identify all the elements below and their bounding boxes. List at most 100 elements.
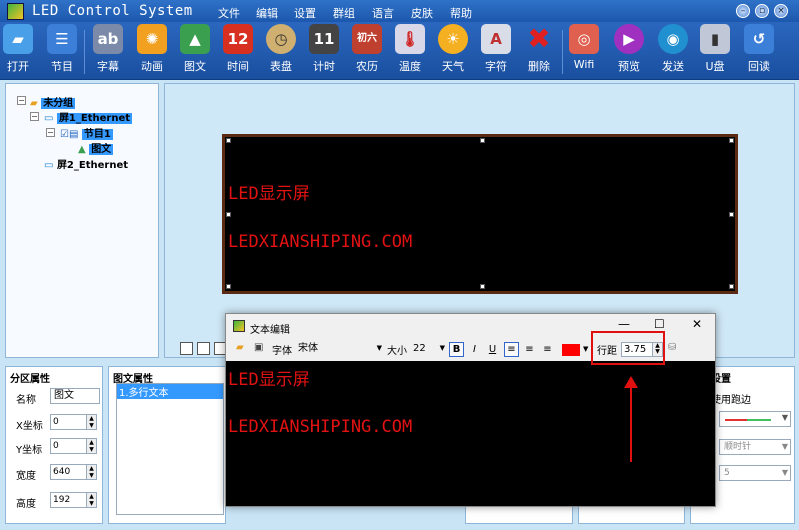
width-label: 宽度: [16, 471, 36, 482]
text-item[interactable]: 1.多行文本: [117, 384, 223, 399]
dialog-minimize-icon[interactable]: —: [618, 317, 630, 331]
resize-handle[interactable]: [480, 138, 485, 143]
close-icon[interactable]: ×: [774, 4, 788, 18]
program-tree-panel: − ▰ 未分组 − ▭ 屏1_Ethernet − ☑▤ 节目1 ▲ 图文 ▭ …: [5, 83, 159, 358]
direction-dropdown[interactable]: 顺时针 ▼: [719, 439, 791, 455]
menu-settings[interactable]: 设置: [294, 5, 316, 21]
dialog-close-icon[interactable]: ✕: [692, 317, 702, 331]
border-style-dropdown[interactable]: ▼: [719, 411, 791, 427]
resize-handle[interactable]: [480, 284, 485, 289]
program-list-icon: ☰: [47, 24, 77, 54]
menu-help[interactable]: 帮助: [450, 5, 472, 21]
usb-button[interactable]: ▮ U盘: [697, 24, 733, 78]
readback-button[interactable]: ↺ 回读: [741, 24, 777, 78]
title-bar: LED Control System 文件 编辑 设置 群组 语言 皮肤 帮助 …: [0, 0, 799, 22]
lunar-button[interactable]: 初六 农历: [349, 24, 385, 78]
menu-file[interactable]: 文件: [218, 5, 240, 21]
tree-node-ungrouped[interactable]: ▰ 未分组: [30, 94, 76, 109]
checkbox-icon[interactable]: ☑: [60, 129, 69, 140]
name-field[interactable]: 图文: [50, 388, 100, 404]
text-item-list[interactable]: 1.多行文本: [116, 383, 224, 515]
italic-button[interactable]: I: [467, 342, 482, 357]
height-spinner[interactable]: 192 ▲ ▼: [50, 492, 97, 508]
x-label: X坐标: [16, 421, 43, 432]
timer-button[interactable]: 11 计时: [306, 24, 342, 78]
maximize-icon[interactable]: ▫: [755, 4, 769, 18]
image-text-button[interactable]: ▲ 图文: [177, 24, 213, 78]
y-spinner[interactable]: 0 ▲ ▼: [50, 438, 97, 454]
database-icon[interactable]: ⛁: [668, 342, 676, 353]
subtitle-icon: ab: [93, 24, 123, 54]
delete-x-icon: ✖: [527, 22, 551, 55]
x-spinner[interactable]: 0 ▲ ▼: [50, 414, 97, 430]
chevron-down-icon: ▼: [781, 442, 788, 451]
resize-handle[interactable]: [729, 284, 734, 289]
screen-text-line1: LED显示屏: [228, 184, 310, 204]
lunar-calendar-icon: 初六: [352, 24, 382, 54]
menu-skin[interactable]: 皮肤: [411, 5, 433, 21]
tree-node-program1[interactable]: ☑▤ 节目1: [60, 125, 113, 140]
usb-drive-icon: ▮: [700, 24, 730, 54]
tree-node-area-imagetext[interactable]: ▲ 图文: [78, 140, 114, 155]
thermometer-icon: 🌡: [395, 24, 425, 54]
align-center-icon[interactable]: ≡: [522, 342, 537, 357]
width-spinner[interactable]: 640 ▲ ▼: [50, 464, 97, 480]
readback-icon: ↺: [744, 24, 774, 54]
size-select[interactable]: 22 ▼: [411, 342, 445, 357]
tree-expander[interactable]: −: [30, 112, 39, 121]
dialog-maximize-icon[interactable]: ☐: [654, 317, 665, 331]
text-editor-area[interactable]: LED显示屏 LEDXIANSHIPING.COM: [226, 361, 715, 506]
font-label: 字体: [272, 346, 292, 357]
resize-handle[interactable]: [226, 138, 231, 143]
tree-expander[interactable]: −: [46, 128, 55, 137]
time-button[interactable]: 12 时间: [220, 24, 256, 78]
menu-group[interactable]: 群组: [333, 5, 355, 21]
send-button[interactable]: ◉ 发送: [655, 24, 691, 78]
chevron-down-icon[interactable]: ▼: [583, 345, 588, 353]
menu-language[interactable]: 语言: [372, 5, 394, 21]
name-label: 名称: [16, 395, 36, 406]
led-screen-preview[interactable]: LED显示屏 LEDXIANSHIPING.COM: [222, 134, 738, 294]
font-select[interactable]: 宋体 ▼: [296, 342, 382, 357]
save-icon[interactable]: ▣: [254, 342, 263, 353]
layout-columns-icon[interactable]: [197, 342, 210, 355]
chevron-down-icon: ▼: [781, 468, 788, 477]
resize-handle[interactable]: [226, 212, 231, 217]
bold-button[interactable]: B: [449, 342, 464, 357]
calendar-time-icon: 12: [223, 24, 253, 54]
animation-button[interactable]: ✺ 动画: [134, 24, 170, 78]
toolbar-separator: [84, 30, 85, 74]
minimize-icon[interactable]: –: [736, 4, 750, 18]
resize-handle[interactable]: [729, 138, 734, 143]
layout-rows-icon[interactable]: [180, 342, 193, 355]
preview-button[interactable]: ▶ 预览: [611, 24, 647, 78]
subtitle-button[interactable]: ab 字幕: [90, 24, 126, 78]
dial-button[interactable]: ◷ 表盘: [263, 24, 299, 78]
open-folder-icon[interactable]: ▰: [236, 342, 244, 353]
resize-handle[interactable]: [729, 212, 734, 217]
tree-node-screen1[interactable]: ▭ 屏1_Ethernet: [44, 109, 133, 124]
open-button[interactable]: ▰ 打开: [0, 24, 36, 78]
delete-button[interactable]: ✖ 删除: [521, 24, 557, 78]
partition-title: 分区属性: [10, 374, 50, 385]
menu-edit[interactable]: 编辑: [256, 5, 278, 21]
text-color-swatch[interactable]: [562, 344, 580, 356]
character-icon: A: [481, 24, 511, 54]
speed-dropdown[interactable]: 5 ▼: [719, 465, 791, 481]
character-button[interactable]: A 字符: [478, 24, 514, 78]
resize-handle[interactable]: [226, 284, 231, 289]
temperature-button[interactable]: 🌡 温度: [392, 24, 428, 78]
app-logo-icon: [7, 3, 24, 20]
tree-expander[interactable]: −: [17, 96, 26, 105]
dialog-app-icon: [233, 320, 245, 332]
align-left-icon[interactable]: ≡: [504, 342, 519, 357]
underline-button[interactable]: U: [485, 342, 500, 357]
align-right-icon[interactable]: ≡: [540, 342, 555, 357]
tree-node-screen2[interactable]: ▭ 屏2_Ethernet: [44, 156, 128, 171]
weather-button[interactable]: ☀ 天气: [435, 24, 471, 78]
wifi-button[interactable]: ◎ Wifi: [566, 24, 602, 78]
annotation-highlight-box: [591, 331, 665, 365]
monitor-icon: ▭: [44, 160, 54, 171]
wifi-icon: ◎: [569, 24, 599, 54]
program-button[interactable]: ☰ 节目: [44, 24, 80, 78]
